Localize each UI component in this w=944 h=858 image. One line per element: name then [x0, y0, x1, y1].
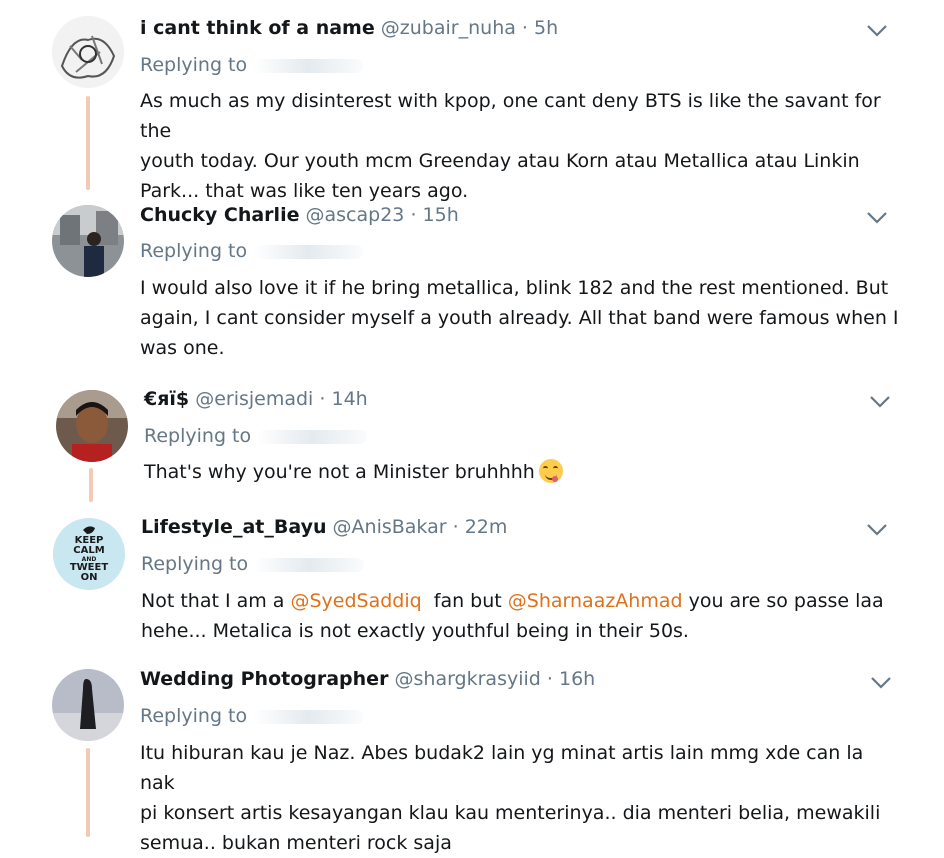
separator-dot: · [521, 17, 528, 39]
timestamp[interactable]: 22m [465, 516, 508, 538]
tweet-text-line: pi konsert artis kesayangan klau kau men… [140, 802, 881, 824]
tweet-text-line: hehe... Metalica is not exactly youthful… [141, 620, 689, 642]
tweet-text-line: semua.. bukan menteri rock saja [140, 832, 452, 854]
replying-to: Replying to [140, 705, 364, 727]
replying-to: Replying to [140, 54, 364, 76]
tweet-text-line: Itu hiburan kau je Naz. Abes budak2 lain… [140, 742, 864, 794]
tweet-header: Wedding Photographer @shargkrasyiid · 16… [140, 668, 595, 690]
mention-link[interactable]: @SyedSaddiq [290, 590, 421, 612]
separator-dot: · [452, 516, 459, 538]
tweet-1[interactable]: i cant think of a name @zubair_nuha · 5h… [0, 0, 944, 202]
tweet-header: Lifestyle_at_Bayu @AnisBakar · 22m [141, 516, 507, 538]
tweet-text-line: I would also love it if he bring metalli… [140, 277, 889, 299]
avatar-text: KEEP CALM AND TWEET ON [69, 535, 109, 583]
tweet-header: €яï$ @erisjemadi · 14h [144, 388, 368, 410]
chevron-down-icon[interactable] [869, 395, 891, 409]
display-name[interactable]: i cant think of a name [140, 17, 375, 39]
tweet-text-line: was one. [140, 337, 225, 359]
tweet-4[interactable]: KEEP CALM AND TWEET ON Lifestyle_at_Bayu… [0, 504, 944, 656]
avatar[interactable] [52, 205, 124, 277]
tweet-header: Chucky Charlie @ascap23 · 15h [140, 204, 459, 226]
avatar[interactable] [52, 669, 124, 741]
replying-to: Replying to [140, 240, 364, 262]
redacted-username [253, 709, 364, 724]
replying-to-label: Replying to [141, 553, 249, 575]
display-name[interactable]: €яï$ [144, 388, 189, 410]
user-handle[interactable]: @zubair_nuha [381, 17, 516, 39]
timestamp[interactable]: 5h [534, 17, 558, 39]
face-savoring-food-emoji [538, 459, 563, 483]
redacted-username [253, 244, 364, 259]
timestamp[interactable]: 16h [559, 668, 595, 690]
timestamp[interactable]: 15h [423, 204, 459, 226]
redacted-username [254, 557, 365, 572]
thread-line [86, 96, 90, 190]
replying-to-label: Replying to [140, 705, 248, 727]
chevron-down-icon[interactable] [866, 523, 888, 537]
display-name[interactable]: Wedding Photographer [140, 668, 388, 690]
tweet-text: Itu hiburan kau je Naz. Abes budak2 lain… [140, 738, 900, 858]
tweet-text: That's why you're not a Minister bruhhhh [144, 457, 904, 487]
tweet-text: I would also love it if he bring metalli… [140, 273, 900, 363]
redacted-username [253, 58, 364, 73]
tweet-5[interactable]: Wedding Photographer @shargkrasyiid · 16… [0, 656, 944, 854]
tweet-text-line: As much as my disinterest with kpop, one… [140, 90, 881, 142]
tweet-text-line: again, I cant consider myself a youth al… [140, 307, 899, 329]
avatar[interactable]: KEEP CALM AND TWEET ON [53, 518, 125, 590]
replying-to: Replying to [144, 425, 368, 447]
display-name[interactable]: Lifestyle_at_Bayu [141, 516, 326, 538]
replying-to-label: Replying to [140, 54, 248, 76]
replying-to: Replying to [141, 553, 365, 575]
timestamp[interactable]: 14h [331, 388, 367, 410]
display-name[interactable]: Chucky Charlie [140, 204, 299, 226]
tweet-text: Not that I am a @SyedSaddiq fan but @Sha… [141, 586, 921, 646]
avatar[interactable] [52, 16, 124, 88]
avatar[interactable] [56, 390, 128, 462]
replying-to-label: Replying to [144, 425, 252, 447]
chevron-down-icon[interactable] [866, 24, 888, 38]
tweet-text-line: That's why you're not a Minister bruhhhh [144, 461, 535, 483]
separator-dot: · [319, 388, 326, 410]
user-handle[interactable]: @ascap23 [306, 204, 405, 226]
tweet-3[interactable]: €яï$ @erisjemadi · 14h Replying to That'… [0, 376, 944, 504]
chevron-down-icon[interactable] [866, 211, 888, 225]
thread-line [89, 468, 93, 502]
tweet-text: As much as my disinterest with kpop, one… [140, 86, 900, 206]
tweet-header: i cant think of a name @zubair_nuha · 5h [140, 17, 558, 39]
separator-dot: · [546, 668, 553, 690]
user-handle[interactable]: @AnisBakar [333, 516, 447, 538]
user-handle[interactable]: @erisjemadi [195, 388, 313, 410]
tweet-2[interactable]: Chucky Charlie @ascap23 · 15h Replying t… [0, 190, 944, 376]
tweet-text-line: youth today. Our youth mcm Greenday atau… [140, 150, 860, 172]
redacted-username [257, 429, 368, 444]
thread-line [86, 748, 90, 837]
tweet-text-line: Not that I am a @SyedSaddiq fan but @Sha… [141, 590, 884, 612]
mention-link[interactable]: @SharnaazAhmad [508, 590, 683, 612]
replying-to-label: Replying to [140, 240, 248, 262]
separator-dot: · [410, 204, 417, 226]
user-handle[interactable]: @shargkrasyiid [395, 668, 541, 690]
chevron-down-icon[interactable] [870, 676, 892, 690]
